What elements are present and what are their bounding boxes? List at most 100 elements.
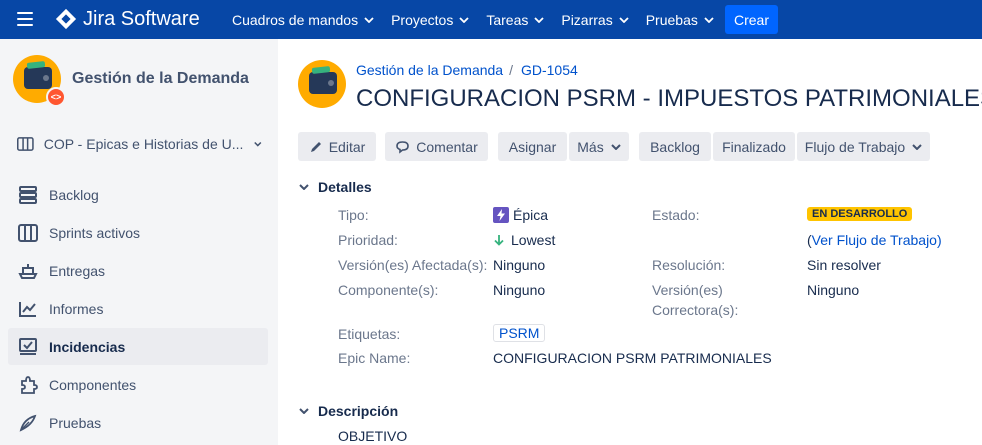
sidebar-item-label: Componentes — [49, 376, 137, 393]
chevron-down-icon — [912, 143, 922, 150]
chevron-down-icon — [298, 405, 310, 417]
breadcrumb-separator: / — [509, 62, 513, 78]
board-icon — [17, 137, 34, 151]
chevron-down-icon — [611, 143, 621, 150]
type-label: Tipo: — [338, 207, 369, 223]
board-name: COP - Epicas e Historias de U... — [43, 136, 244, 152]
chevron-down-icon — [619, 16, 629, 23]
epic-lightning-icon — [493, 207, 509, 223]
nav-tests[interactable]: Pruebas — [646, 12, 714, 28]
edit-button-label: Editar — [328, 138, 366, 155]
jira-diamond-icon — [55, 8, 77, 30]
puzzle-icon — [18, 375, 38, 395]
nav-projects-label: Proyectos — [391, 11, 454, 28]
assign-button[interactable]: Asignar — [498, 132, 567, 161]
nav-issues[interactable]: Tareas — [486, 12, 544, 28]
resolution-label: Resolución: — [652, 257, 726, 273]
backlog-button-label: Backlog — [650, 138, 700, 155]
done-transition-button[interactable]: Finalizado — [713, 132, 795, 161]
chevron-down-icon — [534, 16, 544, 23]
more-button-label: Más — [577, 138, 604, 155]
chevron-down-icon — [254, 141, 262, 147]
backlog-icon — [18, 185, 38, 205]
nav-issues-label: Tareas — [486, 11, 529, 28]
code-badge-icon: <> — [46, 87, 66, 107]
comment-button[interactable]: Comentar — [385, 132, 488, 161]
wallet-icon — [309, 72, 337, 94]
sidebar-item-sprints[interactable]: Sprints activos — [8, 214, 268, 251]
comment-button-label: Comentar — [416, 138, 478, 155]
backlog-transition-button[interactable]: Backlog — [639, 132, 711, 161]
chevron-down-icon — [364, 16, 374, 23]
type-value: Épica — [493, 207, 548, 223]
ship-icon — [18, 261, 38, 281]
edit-button[interactable]: Editar — [298, 132, 376, 161]
sidebar-item-label: Informes — [49, 300, 104, 317]
menu-icon[interactable] — [17, 12, 33, 26]
priority-value: Lowest — [493, 232, 555, 248]
description-section-toggle[interactable]: Descripción — [298, 403, 398, 419]
wallet-icon — [24, 67, 52, 89]
chevron-down-icon — [459, 16, 469, 23]
issue-title[interactable]: CONFIGURACION PSRM - IMPUESTOS PATRIMONI… — [356, 85, 982, 113]
fix-version-label-line2: Correctora(s): — [652, 302, 739, 318]
view-workflow-link[interactable]: Ver Flujo de Trabajo — [812, 232, 937, 248]
priority-value-text: Lowest — [511, 232, 556, 248]
board-icon — [18, 223, 38, 243]
resolution-value: Sin resolver — [807, 257, 881, 273]
details-section-toggle[interactable]: Detalles — [298, 179, 372, 195]
issue-project-avatar[interactable] — [298, 60, 346, 108]
component-value: Ninguno — [493, 282, 546, 298]
sidebar-item-backlog[interactable]: Backlog — [8, 176, 268, 213]
label-chip-psrm[interactable]: PSRM — [493, 324, 546, 342]
breadcrumb-project-link[interactable]: Gestión de la Demanda — [356, 62, 503, 78]
nav-dashboards[interactable]: Cuadros de mandos — [232, 12, 374, 28]
issues-icon — [18, 337, 38, 357]
project-name[interactable]: Gestión de la Demanda — [72, 70, 249, 88]
chevron-down-icon — [298, 181, 310, 193]
comment-icon — [395, 140, 410, 154]
project-sidebar: <> Gestión de la Demanda COP - Epicas e … — [0, 39, 278, 445]
priority-label: Prioridad: — [338, 232, 398, 248]
nav-boards-label: Pizarras — [561, 11, 613, 28]
sidebar-item-releases[interactable]: Entregas — [8, 252, 268, 289]
breadcrumb-issue-key-link[interactable]: GD-1054 — [521, 62, 578, 78]
top-navigation-bar: Jira Software Cuadros de mandos Proyecto… — [0, 0, 982, 39]
chevron-down-icon — [704, 16, 714, 23]
board-selector[interactable]: COP - Epicas e Historias de U... — [17, 135, 262, 153]
fix-version-label-line1: Versión(es) — [652, 282, 723, 298]
status-label: Estado: — [652, 207, 700, 223]
details-heading: Detalles — [318, 179, 372, 195]
description-text[interactable]: OBJETIVO — [338, 428, 407, 444]
sidebar-item-issues[interactable]: Incidencias — [8, 328, 268, 365]
status-lozenge: EN DESARROLLO — [807, 207, 913, 221]
labels-value: PSRM — [493, 324, 546, 342]
chart-icon — [18, 299, 38, 319]
workflow-link-close-paren: ) — [936, 232, 942, 248]
nav-tests-label: Pruebas — [645, 11, 698, 28]
fix-version-value: Ninguno — [807, 282, 860, 298]
sidebar-item-components[interactable]: Componentes — [8, 366, 268, 403]
arrow-down-icon — [493, 234, 505, 246]
workflow-button-label: Flujo de Trabajo — [804, 138, 906, 155]
breadcrumb: Gestión de la Demanda / GD-1054 — [356, 62, 578, 78]
description-heading: Descripción — [318, 403, 399, 419]
sidebar-item-reports[interactable]: Informes — [8, 290, 268, 327]
feather-icon — [18, 413, 38, 433]
nav-projects[interactable]: Proyectos — [391, 12, 469, 28]
logo-text: Jira Software — [83, 7, 200, 30]
nav-boards[interactable]: Pizarras — [561, 11, 629, 28]
labels-label: Etiquetas: — [338, 326, 401, 342]
assign-button-label: Asignar — [508, 138, 557, 155]
sidebar-item-label: Sprints activos — [49, 224, 141, 241]
more-button[interactable]: Más — [569, 132, 629, 161]
component-label: Componente(s): — [338, 282, 439, 298]
jira-logo[interactable]: Jira Software — [55, 7, 200, 31]
create-button[interactable]: Crear — [725, 5, 778, 34]
sidebar-item-tests[interactable]: Pruebas — [8, 404, 268, 441]
status-value: EN DESARROLLO — [807, 207, 913, 221]
workflow-button[interactable]: Flujo de Trabajo — [797, 132, 930, 161]
workflow-link-wrapper: ( Ver Flujo de Trabajo ) — [807, 232, 942, 248]
affects-version-value: Ninguno — [493, 257, 546, 273]
nav-dashboards-label: Cuadros de mandos — [232, 11, 359, 28]
